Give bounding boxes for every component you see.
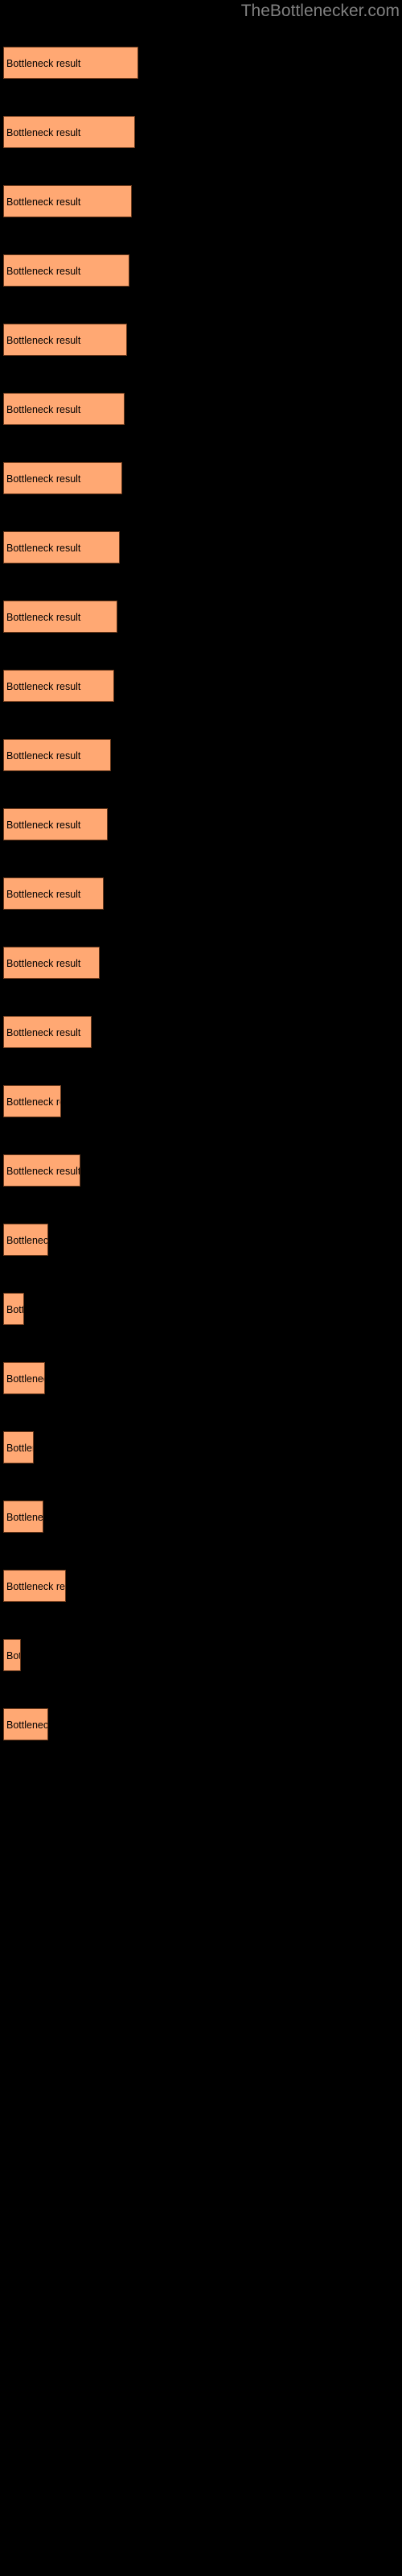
bar-label: Bottleneck result [6,1650,20,1662]
bar-label: Bottleneck result [6,127,81,138]
bottleneck-result-bar[interactable]: Bottleneck result [3,116,135,148]
bar-label: Bottleneck result [6,1304,24,1315]
bar-label: Bottleneck result [6,889,81,900]
bottleneck-result-bar[interactable]: Bottleneck result [3,1154,80,1187]
bar-label: Bottleneck result [6,58,81,69]
bottleneck-result-bar[interactable]: Bottleneck result [3,47,138,79]
bottleneck-result-bar[interactable]: Bottleneck result [3,739,111,771]
bottleneck-result-bar[interactable]: Bottleneck result [3,1708,48,1740]
bottleneck-result-bar[interactable]: Bottleneck result [3,670,114,702]
bottleneck-result-bar[interactable]: Bottleneck result [3,185,132,217]
bar-label: Bottleneck result [6,335,81,346]
bottleneck-result-bar[interactable]: Bottleneck result [3,324,127,356]
bar-label: Bottleneck result [6,750,81,762]
bar-label: Bottleneck result [6,1166,80,1177]
bottleneck-result-bar[interactable]: Bottleneck result [3,1293,24,1325]
bottleneck-bar-chart: Bottleneck result Bottleneck result Bottle… [0,0,402,2576]
bottleneck-result-bar[interactable]: Bottleneck result [3,808,108,840]
bar-label: Bottleneck result [6,473,81,485]
bar-label: Bottleneck result [6,266,81,277]
bar-label: Bottleneck result [6,196,81,208]
bottleneck-result-bar[interactable]: Bottleneck result [3,1639,21,1671]
bar-label: Bottleneck result [6,1719,48,1731]
bottleneck-result-bar[interactable]: Bottleneck result [3,1431,34,1463]
bar-label: Bottleneck result [6,1373,44,1385]
bottleneck-result-bar[interactable]: Bottleneck result [3,947,100,979]
bottleneck-result-bar[interactable]: Bottleneck result [3,601,117,633]
bar-label: Bottleneck result [6,1512,43,1523]
bottleneck-result-bar[interactable]: Bottleneck result [3,1362,45,1394]
bar-label: Bottleneck result [6,958,81,969]
bottleneck-result-bar[interactable]: Bottleneck result [3,393,125,425]
bottleneck-result-bar[interactable]: Bottleneck result [3,1224,48,1256]
bar-label: Bottleneck result [6,1096,60,1108]
bar-label: Bottleneck result [6,1581,65,1592]
bottleneck-result-bar[interactable]: Bottleneck result [3,254,129,287]
bottleneck-result-bar[interactable]: Bottleneck result [3,462,122,494]
bar-label: Bottleneck result [6,681,81,692]
bar-label: Bottleneck result [6,612,81,623]
bottleneck-result-bar[interactable]: Bottleneck result [3,1570,66,1602]
bar-label: Bottleneck result [6,1027,81,1038]
bottleneck-result-bar[interactable]: Bottleneck result [3,1016,92,1048]
bottleneck-result-bar[interactable]: Bottleneck result [3,531,120,564]
bottleneck-result-bar[interactable]: Bottleneck result [3,1085,61,1117]
bar-label: Bottleneck result [6,404,81,415]
bottleneck-result-bar[interactable]: Bottleneck result [3,1501,43,1533]
bar-label: Bottleneck result [6,1443,33,1454]
bar-label: Bottleneck result [6,819,81,831]
bar-label: Bottleneck result [6,543,81,554]
bottleneck-result-bar[interactable]: Bottleneck result [3,877,104,910]
bar-label: Bottleneck result [6,1235,48,1246]
